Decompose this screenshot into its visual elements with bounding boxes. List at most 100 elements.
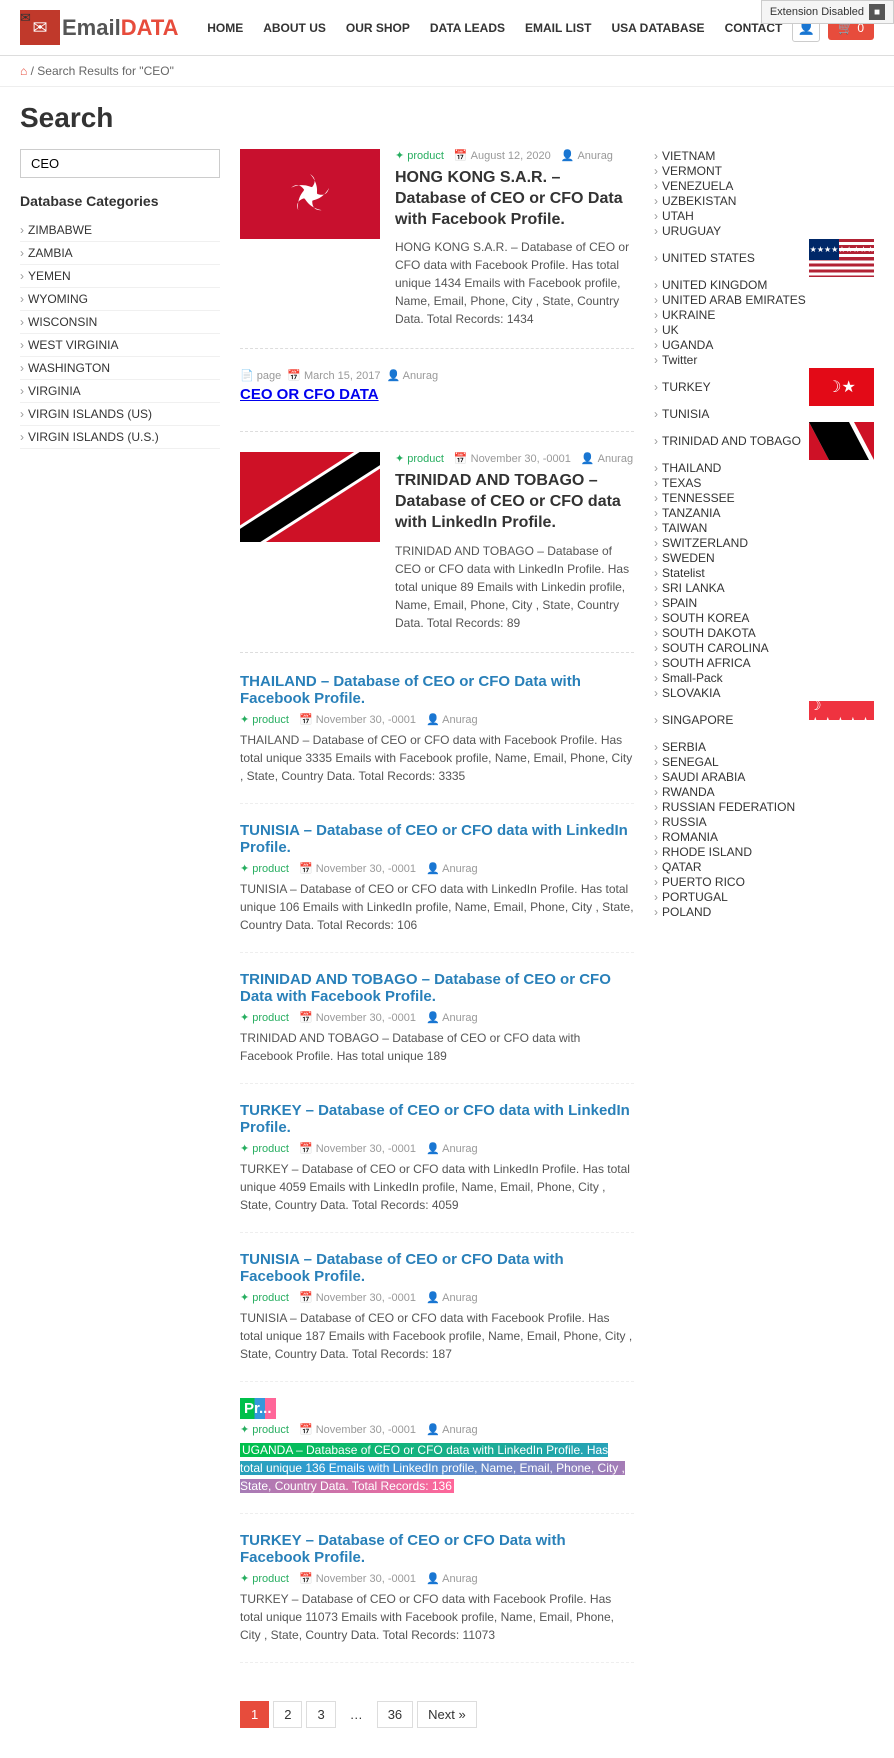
page-tag-label: 📄 page bbox=[240, 369, 281, 382]
post-item-author: 👤 Anurag bbox=[426, 1572, 478, 1585]
post-author-2: 👤 Anurag bbox=[581, 452, 633, 465]
nav-about[interactable]: ABOUT US bbox=[263, 21, 326, 35]
post-item-excerpt: TUNISIA – Database of CEO or CFO data wi… bbox=[240, 880, 634, 934]
nav-usa-database[interactable]: USA DATABASE bbox=[611, 21, 704, 35]
country-link[interactable]: › TANZANIA bbox=[654, 506, 874, 520]
category-link-virgin-islands-us[interactable]: VIRGIN ISLANDS (US) bbox=[20, 407, 220, 421]
singapore-flag: ☽ ★★★★★ bbox=[809, 701, 874, 739]
country-link[interactable]: › PORTUGAL bbox=[654, 890, 874, 904]
country-link[interactable]: › UNITED ARAB EMIRATES bbox=[654, 293, 874, 307]
posts-container: THAILAND – Database of CEO or CFO Data w… bbox=[240, 673, 634, 1663]
post-link-2[interactable]: TRINIDAD AND TOBAGO – Database of CEO or… bbox=[395, 472, 621, 531]
country-link[interactable]: › UNITED STATES bbox=[654, 251, 809, 265]
country-link[interactable]: › RHODE ISLAND bbox=[654, 845, 874, 859]
post-excerpt-1: HONG KONG S.A.R. – Database of CEO or CF… bbox=[395, 238, 634, 328]
post-item-link[interactable]: THAILAND – Database of CEO or CFO Data w… bbox=[240, 673, 581, 707]
post-item-meta: ✦ product 📅 November 30, -0001 👤 Anurag bbox=[240, 1572, 634, 1585]
category-link-zimbabwe[interactable]: ZIMBABWE bbox=[20, 223, 220, 237]
country-link[interactable]: › SINGAPORE bbox=[654, 713, 809, 727]
country-link[interactable]: › QATAR bbox=[654, 860, 874, 874]
breadcrumb-home-link[interactable]: ⌂ bbox=[20, 64, 27, 78]
extension-status-label: Extension Disabled bbox=[770, 6, 864, 18]
country-link[interactable]: › RWANDA bbox=[654, 785, 874, 799]
nav-email-list[interactable]: EMAIL LIST bbox=[525, 21, 591, 35]
post-item-link[interactable]: TUNISIA – Database of CEO or CFO data wi… bbox=[240, 822, 628, 856]
page-1-link[interactable]: 1 bbox=[240, 1701, 269, 1728]
country-link[interactable]: › ROMANIA bbox=[654, 830, 874, 844]
country-link[interactable]: › TRINIDAD AND TOBAGO bbox=[654, 434, 809, 448]
page-3-link[interactable]: 3 bbox=[306, 1701, 335, 1728]
post-item-date: 📅 November 30, -0001 bbox=[299, 1572, 416, 1585]
right-sidebar-item: › VENEZUELA bbox=[654, 179, 874, 193]
nav-shop[interactable]: OUR SHOP bbox=[346, 21, 410, 35]
post-item-link[interactable]: TRINIDAD AND TOBAGO – Database of CEO or… bbox=[240, 971, 611, 1005]
country-link[interactable]: › SPAIN bbox=[654, 596, 874, 610]
post-item-author: 👤 Anurag bbox=[426, 713, 478, 726]
category-link-west-virginia[interactable]: WEST VIRGINIA bbox=[20, 338, 220, 352]
country-link[interactable]: › URUGUAY bbox=[654, 224, 874, 238]
category-link-washington[interactable]: WASHINGTON bbox=[20, 361, 220, 375]
country-link[interactable]: › SOUTH KOREA bbox=[654, 611, 874, 625]
right-sidebar-item: › TUNISIA bbox=[654, 407, 874, 421]
country-link[interactable]: › UNITED KINGDOM bbox=[654, 278, 874, 292]
post-item-excerpt: TUNISIA – Database of CEO or CFO data wi… bbox=[240, 1309, 634, 1363]
country-link[interactable]: › TEXAS bbox=[654, 476, 874, 490]
country-link[interactable]: › POLAND bbox=[654, 905, 874, 919]
page-2-link[interactable]: 2 bbox=[273, 1701, 302, 1728]
next-page-link[interactable]: Next » bbox=[417, 1701, 477, 1728]
country-link[interactable]: › SRI LANKA bbox=[654, 581, 874, 595]
country-link[interactable]: › TAIWAN bbox=[654, 521, 874, 535]
category-link-wisconsin[interactable]: WISCONSIN bbox=[20, 315, 220, 329]
country-link[interactable]: › SERBIA bbox=[654, 740, 874, 754]
country-link[interactable]: › SOUTH AFRICA bbox=[654, 656, 874, 670]
category-link-zambia[interactable]: ZAMBIA bbox=[20, 246, 220, 260]
right-sidebar-item: › UNITED STATES ★★★★★★★★★★★★★★★★★★★★★★★★… bbox=[654, 239, 874, 277]
category-link-virgin-islands-us2[interactable]: VIRGIN ISLANDS (U.S.) bbox=[20, 430, 220, 444]
country-link[interactable]: › SAUDI ARABIA bbox=[654, 770, 874, 784]
category-link-wyoming[interactable]: WYOMING bbox=[20, 292, 220, 306]
country-link[interactable]: › Twitter bbox=[654, 353, 874, 367]
nav-home[interactable]: HOME bbox=[207, 21, 243, 35]
country-link[interactable]: › VENEZUELA bbox=[654, 179, 874, 193]
pagination: 1 2 3 … 36 Next » bbox=[240, 1681, 634, 1748]
country-link[interactable]: › UGANDA bbox=[654, 338, 874, 352]
page-link[interactable]: CEO OR CFO DATA bbox=[240, 386, 379, 403]
page-36-link[interactable]: 36 bbox=[377, 1701, 413, 1728]
country-link[interactable]: › SOUTH CAROLINA bbox=[654, 641, 874, 655]
category-link-yemen[interactable]: YEMEN bbox=[20, 269, 220, 283]
country-link[interactable]: › SOUTH DAKOTA bbox=[654, 626, 874, 640]
post-item-link[interactable]: TURKEY – Database of CEO or CFO data wit… bbox=[240, 1102, 630, 1136]
country-link[interactable]: › UK bbox=[654, 323, 874, 337]
country-link[interactable]: › SWEDEN bbox=[654, 551, 874, 565]
post-item-link[interactable]: TURKEY – Database of CEO or CFO Data wit… bbox=[240, 1532, 566, 1566]
country-link[interactable]: › VERMONT bbox=[654, 164, 874, 178]
search-input[interactable] bbox=[20, 149, 220, 178]
country-link[interactable]: › THAILAND bbox=[654, 461, 874, 475]
country-link[interactable]: › VIETNAM bbox=[654, 149, 874, 163]
country-link[interactable]: › TUNISIA bbox=[654, 407, 874, 421]
country-link[interactable]: › UKRAINE bbox=[654, 308, 874, 322]
right-sidebar-item: › SRI LANKA bbox=[654, 581, 874, 595]
page-title: CEO OR CFO DATA bbox=[240, 386, 634, 403]
site-logo[interactable]: ✉ EmailDATA bbox=[20, 10, 179, 45]
category-link-virginia[interactable]: VIRGINIA bbox=[20, 384, 220, 398]
country-link[interactable]: › Statelist bbox=[654, 566, 874, 580]
nav-data-leads[interactable]: DATA LEADS bbox=[430, 21, 505, 35]
country-link[interactable]: › Small-Pack bbox=[654, 671, 874, 685]
country-link[interactable]: › SLOVAKIA bbox=[654, 686, 874, 700]
list-item: YEMEN bbox=[20, 265, 220, 288]
country-link[interactable]: › UTAH bbox=[654, 209, 874, 223]
country-link[interactable]: › UZBEKISTAN bbox=[654, 194, 874, 208]
country-link[interactable]: › RUSSIA bbox=[654, 815, 874, 829]
post-item-link[interactable]: TUNISIA – Database of CEO or CFO Data wi… bbox=[240, 1251, 564, 1285]
country-link[interactable]: › PUERTO RICO bbox=[654, 875, 874, 889]
country-link[interactable]: › RUSSIAN FEDERATION bbox=[654, 800, 874, 814]
country-link[interactable]: › SWITZERLAND bbox=[654, 536, 874, 550]
post-link-1[interactable]: HONG KONG S.A.R. – Database of CEO or CF… bbox=[395, 169, 623, 228]
country-link[interactable]: › SENEGAL bbox=[654, 755, 874, 769]
right-sidebar-item: › URUGUAY bbox=[654, 224, 874, 238]
country-link[interactable]: › TURKEY bbox=[654, 380, 809, 394]
extension-close-button[interactable]: ■ bbox=[869, 4, 885, 20]
country-link[interactable]: › TENNESSEE bbox=[654, 491, 874, 505]
pagination-dots: … bbox=[340, 1702, 373, 1727]
